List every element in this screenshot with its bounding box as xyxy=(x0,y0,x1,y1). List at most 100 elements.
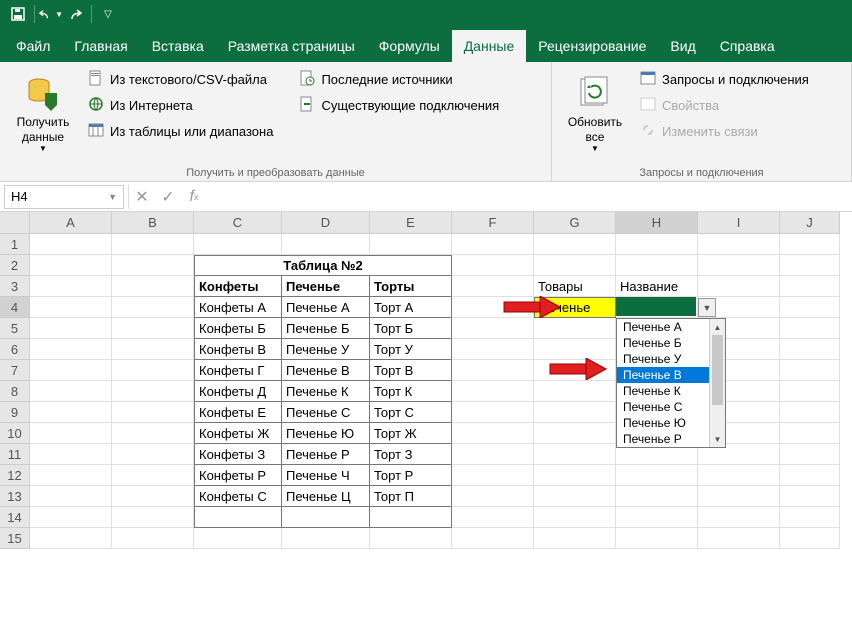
cell-A9[interactable] xyxy=(30,402,112,423)
from-web-button[interactable]: Из Интернета xyxy=(84,92,277,118)
cell-D7[interactable]: Печенье В xyxy=(282,360,370,381)
col-header-E[interactable]: E xyxy=(370,212,452,234)
cell-E3[interactable]: Торты xyxy=(370,276,452,297)
cell-C10[interactable]: Конфеты Ж xyxy=(194,423,282,444)
cell-J6[interactable] xyxy=(780,339,840,360)
cell-J15[interactable] xyxy=(780,528,840,549)
cell-B13[interactable] xyxy=(112,486,194,507)
qat-customize-icon[interactable]: ▽ xyxy=(96,2,120,26)
cell-B6[interactable] xyxy=(112,339,194,360)
row-header-1[interactable]: 1 xyxy=(0,234,30,255)
cell-E8[interactable]: Торт К xyxy=(370,381,452,402)
row-header-4[interactable]: 4 xyxy=(0,297,30,318)
col-header-G[interactable]: G xyxy=(534,212,616,234)
cell-H2[interactable] xyxy=(616,255,698,276)
cell-G7[interactable] xyxy=(534,360,616,381)
row-header-12[interactable]: 12 xyxy=(0,465,30,486)
cell-E4[interactable]: Торт А xyxy=(370,297,452,318)
formula-input[interactable] xyxy=(207,185,852,209)
cell-I3[interactable] xyxy=(698,276,780,297)
cell-D6[interactable]: Печенье У xyxy=(282,339,370,360)
cell-E12[interactable]: Торт Р xyxy=(370,465,452,486)
tab-home[interactable]: Главная xyxy=(62,30,139,62)
cell-F10[interactable] xyxy=(452,423,534,444)
scroll-down-icon[interactable]: ▼ xyxy=(710,431,725,447)
select-all-corner[interactable] xyxy=(0,212,30,234)
cell-A14[interactable] xyxy=(30,507,112,528)
name-box-dropdown-icon[interactable]: ▼ xyxy=(108,192,117,202)
cell-C11[interactable]: Конфеты З xyxy=(194,444,282,465)
cell-G13[interactable] xyxy=(534,486,616,507)
cell-B3[interactable] xyxy=(112,276,194,297)
cell-H12[interactable] xyxy=(616,465,698,486)
validation-dropdown-list[interactable]: Печенье АПеченье БПеченье УПеченье ВПече… xyxy=(616,318,726,448)
row-header-7[interactable]: 7 xyxy=(0,360,30,381)
cell-D8[interactable]: Печенье К xyxy=(282,381,370,402)
cell-E13[interactable]: Торт П xyxy=(370,486,452,507)
cell-D13[interactable]: Печенье Ц xyxy=(282,486,370,507)
cell-H4[interactable] xyxy=(616,297,698,318)
cell-A5[interactable] xyxy=(30,318,112,339)
cell-B10[interactable] xyxy=(112,423,194,444)
cell-B1[interactable] xyxy=(112,234,194,255)
cell-J5[interactable] xyxy=(780,318,840,339)
cell-A11[interactable] xyxy=(30,444,112,465)
save-icon[interactable] xyxy=(6,2,30,26)
cell-F6[interactable] xyxy=(452,339,534,360)
cell-C13[interactable]: Конфеты С xyxy=(194,486,282,507)
cell-F8[interactable] xyxy=(452,381,534,402)
tab-file[interactable]: Файл xyxy=(4,30,62,62)
cell-A12[interactable] xyxy=(30,465,112,486)
cell-G4[interactable]: Печенье xyxy=(534,297,616,318)
cell-J12[interactable] xyxy=(780,465,840,486)
cell-B9[interactable] xyxy=(112,402,194,423)
from-table-button[interactable]: Из таблицы или диапазона xyxy=(84,118,277,144)
cell-D4[interactable]: Печенье А xyxy=(282,297,370,318)
cell-D9[interactable]: Печенье С xyxy=(282,402,370,423)
cell-F11[interactable] xyxy=(452,444,534,465)
cell-G9[interactable] xyxy=(534,402,616,423)
cell-A15[interactable] xyxy=(30,528,112,549)
cell-E11[interactable]: Торт З xyxy=(370,444,452,465)
cell-A13[interactable] xyxy=(30,486,112,507)
cell-E14[interactable] xyxy=(370,507,452,528)
cell-H13[interactable] xyxy=(616,486,698,507)
row-header-8[interactable]: 8 xyxy=(0,381,30,402)
name-box[interactable]: H4 ▼ xyxy=(4,185,124,209)
scroll-up-icon[interactable]: ▲ xyxy=(710,319,725,335)
col-header-A[interactable]: A xyxy=(30,212,112,234)
redo-icon[interactable] xyxy=(63,2,87,26)
cell-J10[interactable] xyxy=(780,423,840,444)
from-csv-button[interactable]: Из текстового/CSV-файла xyxy=(84,66,277,92)
cancel-formula-icon[interactable]: ✕ xyxy=(129,185,155,209)
cell-E15[interactable] xyxy=(370,528,452,549)
cell-F4[interactable] xyxy=(452,297,534,318)
cell-F14[interactable] xyxy=(452,507,534,528)
existing-connections-button[interactable]: Существующие подключения xyxy=(295,92,503,118)
cell-G15[interactable] xyxy=(534,528,616,549)
cell-C7[interactable]: Конфеты Г xyxy=(194,360,282,381)
tab-data[interactable]: Данные xyxy=(452,30,527,62)
row-header-2[interactable]: 2 xyxy=(0,255,30,276)
cell-G5[interactable] xyxy=(534,318,616,339)
cell-G12[interactable] xyxy=(534,465,616,486)
cell-E5[interactable]: Торт Б xyxy=(370,318,452,339)
cell-J13[interactable] xyxy=(780,486,840,507)
tab-formulas[interactable]: Формулы xyxy=(367,30,452,62)
cell-I14[interactable] xyxy=(698,507,780,528)
col-header-J[interactable]: J xyxy=(780,212,840,234)
row-header-11[interactable]: 11 xyxy=(0,444,30,465)
cell-C14[interactable] xyxy=(194,507,282,528)
cell-J1[interactable] xyxy=(780,234,840,255)
col-header-F[interactable]: F xyxy=(452,212,534,234)
row-header-10[interactable]: 10 xyxy=(0,423,30,444)
cell-J4[interactable] xyxy=(780,297,840,318)
cell-I2[interactable] xyxy=(698,255,780,276)
cell-H3[interactable]: Название xyxy=(616,276,698,297)
cell-F13[interactable] xyxy=(452,486,534,507)
tab-review[interactable]: Рецензирование xyxy=(526,30,658,62)
enter-formula-icon[interactable]: ✓ xyxy=(155,185,181,209)
col-header-D[interactable]: D xyxy=(282,212,370,234)
cell-A1[interactable] xyxy=(30,234,112,255)
cell-J11[interactable] xyxy=(780,444,840,465)
